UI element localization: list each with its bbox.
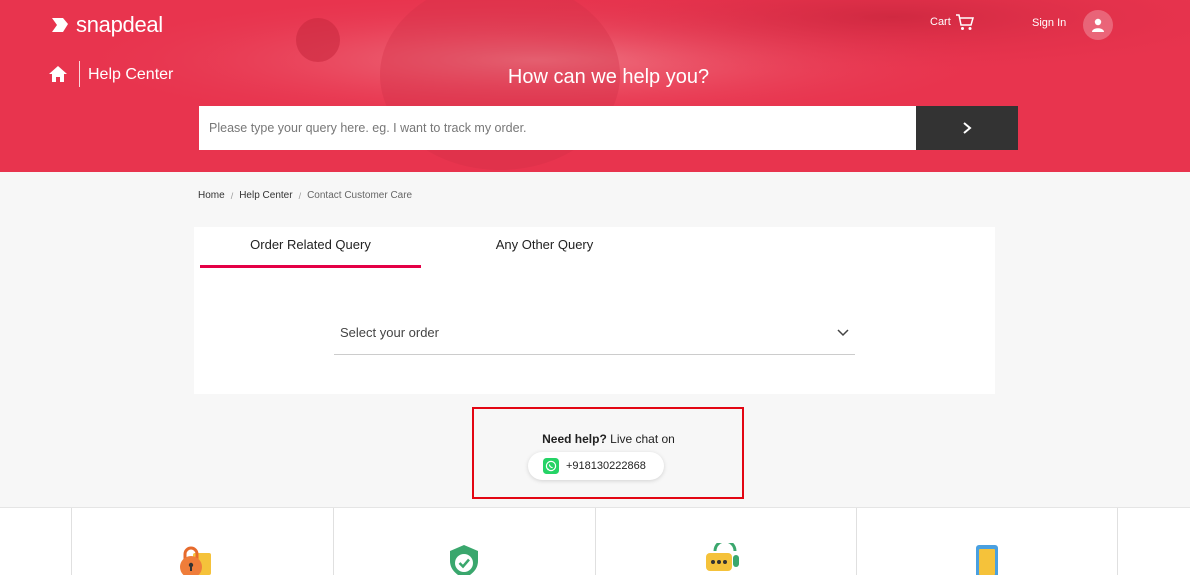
breadcrumb-separator: /: [298, 190, 302, 201]
live-chat-highlight: Need help? Live chat on +918130222868: [472, 407, 744, 499]
tab-order-related-query[interactable]: Order Related Query: [200, 237, 421, 267]
breadcrumb: Home / Help Center / Contact Customer Ca…: [198, 190, 412, 201]
active-tab-indicator: [200, 265, 421, 268]
chevron-down-icon: [837, 328, 849, 336]
help-categories-row: [0, 507, 1190, 575]
mobile-phone-icon: [976, 545, 998, 575]
help-category-card[interactable]: [333, 508, 595, 575]
chevron-right-icon: [963, 122, 972, 134]
help-category-card[interactable]: [71, 508, 333, 575]
lock-wallet-icon: [180, 546, 211, 575]
help-search-input[interactable]: [199, 106, 916, 150]
snapdeal-logo-icon: [52, 18, 68, 32]
breadcrumb-current: Contact Customer Care: [307, 190, 413, 201]
whatsapp-icon: [543, 458, 559, 474]
tab-any-other-query[interactable]: Any Other Query: [434, 237, 655, 267]
help-category-card[interactable]: [595, 508, 856, 575]
search-submit-button[interactable]: [916, 106, 1018, 150]
need-help-bold: Need help?: [542, 432, 607, 446]
query-card: Order Related Query Any Other Query Sele…: [194, 227, 995, 394]
help-category-card[interactable]: [856, 508, 1118, 575]
cart-button[interactable]: Cart: [930, 13, 975, 31]
cart-icon: [955, 14, 974, 30]
user-icon: [1092, 18, 1104, 32]
cart-label: Cart: [930, 16, 951, 28]
order-select-value: Select your order: [340, 325, 439, 340]
hero-banner: snapdeal Cart Sign In Help Center How ca…: [0, 0, 1190, 172]
whatsapp-number: +918130222868: [566, 460, 646, 472]
hero-heading: How can we help you?: [507, 66, 710, 88]
snapdeal-logo[interactable]: snapdeal: [48, 12, 163, 38]
shield-check-icon: [450, 545, 478, 575]
signin-link[interactable]: Sign In: [1032, 17, 1066, 29]
need-help-text: Need help? Live chat on: [474, 432, 742, 446]
order-select-dropdown[interactable]: Select your order: [334, 311, 855, 355]
whatsapp-chat-button[interactable]: +918130222868: [528, 452, 664, 480]
breadcrumb-help-center[interactable]: Help Center: [239, 190, 292, 201]
logo-text: snapdeal: [76, 12, 163, 37]
breadcrumb-separator: /: [230, 190, 234, 201]
live-chat-on-text: Live chat on: [606, 432, 675, 446]
breadcrumb-home[interactable]: Home: [198, 190, 225, 201]
chat-support-icon: [706, 543, 739, 571]
user-avatar[interactable]: [1083, 10, 1113, 40]
